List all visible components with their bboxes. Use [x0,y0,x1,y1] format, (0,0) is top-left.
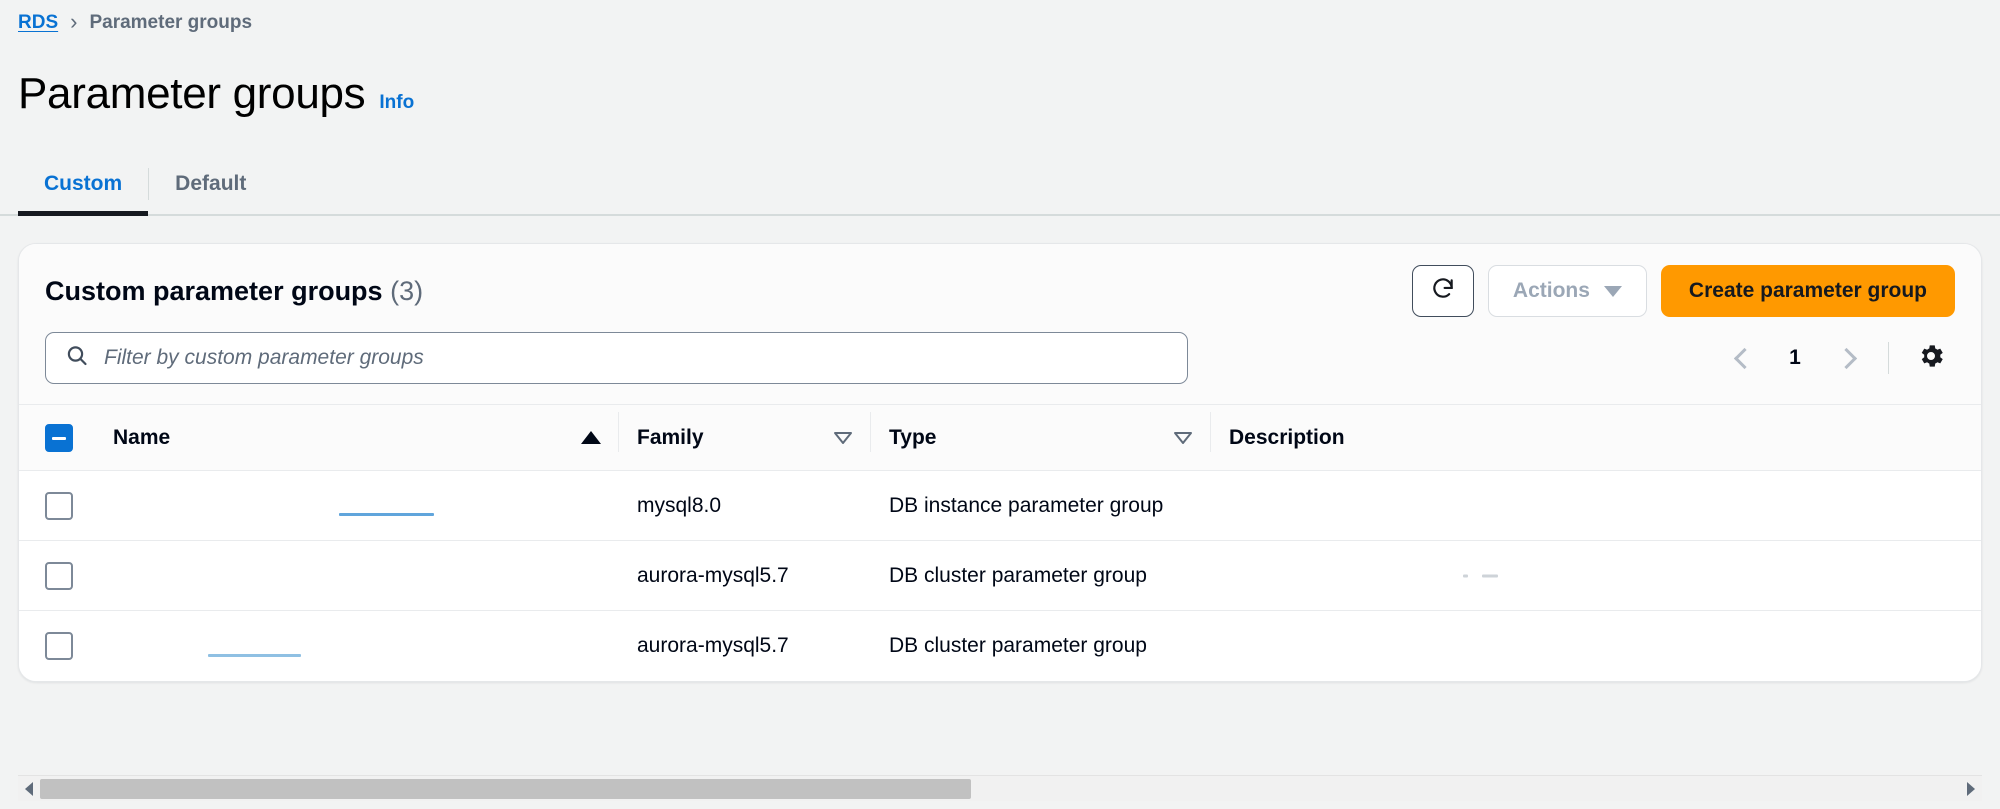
breadcrumb-current-parameter-groups: Parameter groups [89,12,253,33]
parameter-groups-table: Name Family Type Description mysql8.0 DB… [19,404,1981,681]
row-family-cell: mysql8.0 [619,470,871,541]
pagination-divider [1888,342,1889,374]
refresh-button[interactable] [1411,265,1474,317]
card-header: Custom parameter groups (3) Actions Crea… [19,244,1981,318]
table-header-type[interactable]: Type [871,404,1211,471]
row-name-cell [95,610,619,681]
sort-none-icon[interactable] [1173,431,1193,444]
table-row[interactable]: mysql8.0 DB instance parameter group [19,470,1981,541]
column-divider [870,411,871,452]
column-divider [618,411,619,452]
actions-label: Actions [1512,279,1590,302]
parameter-group-name-link[interactable] [208,653,301,657]
table-header-description-label: Description [1229,425,1345,449]
horizontal-scrollbar[interactable] [18,775,1982,801]
sort-ascending-icon[interactable] [581,431,601,444]
row-checkbox[interactable] [45,631,73,660]
page-title-row: Parameter groups Info [18,72,2000,116]
select-all-checkbox[interactable] [45,423,73,452]
scrollbar-thumb[interactable] [40,778,972,799]
pagination-next-button[interactable] [1822,334,1870,382]
column-divider [1210,411,1211,452]
card-header-actions: Actions Create parameter group [1411,265,1955,317]
table-header-name[interactable]: Name [95,404,619,471]
row-checkbox[interactable] [45,491,73,520]
breadcrumb: RDS › Parameter groups [18,0,2000,34]
table-row[interactable]: aurora-mysql5.7 DB cluster parameter gro… [19,610,1981,681]
tab-custom[interactable]: Custom [18,154,149,216]
scroll-left-button[interactable] [18,776,40,802]
arrow-right-icon [1967,781,1975,796]
row-type-cell: DB instance parameter group [871,470,1211,541]
row-select-cell [19,610,95,681]
create-parameter-group-button[interactable]: Create parameter group [1660,265,1955,317]
gear-icon [1916,341,1946,376]
row-name-cell [95,470,619,541]
parameter-groups-page: RDS › Parameter groups Parameter groups … [0,0,2000,809]
parameter-group-name-link[interactable] [339,513,434,517]
row-description-cell [1211,540,1981,611]
row-description-cell [1211,610,1981,681]
sort-none-icon[interactable] [833,431,853,444]
page-title: Parameter groups [18,69,366,118]
search-input[interactable] [45,332,1188,384]
table-header-select-all [19,404,95,471]
info-link[interactable]: Info [379,92,414,114]
arrow-left-icon [25,781,33,796]
chevron-left-icon [1733,347,1755,369]
scroll-right-button[interactable] [1960,776,1982,802]
row-family-cell: aurora-mysql5.7 [619,610,871,681]
pagination: 1 [1720,334,1955,382]
custom-parameter-groups-card: Custom parameter groups (3) Actions Crea… [18,243,1982,682]
pagination-previous-button[interactable] [1720,334,1768,382]
table-row[interactable]: aurora-mysql5.7 DB cluster parameter gro… [19,540,1981,611]
tab-list: Custom Default [0,154,2000,216]
scrollbar-track[interactable] [40,778,1960,800]
row-description-cell [1211,470,1981,541]
table-body: mysql8.0 DB instance parameter group aur… [19,470,1981,681]
row-select-cell [19,470,95,541]
row-type-cell: DB cluster parameter group [871,610,1211,681]
card-title-text: Custom parameter groups [45,275,383,306]
table-header-type-label: Type [889,425,937,449]
tab-default[interactable]: Default [149,154,272,214]
table-header-family-label: Family [637,425,704,449]
search-box [45,332,1188,384]
tab-custom-label: Custom [44,172,123,195]
card-title: Custom parameter groups (3) [45,276,423,307]
table-header-row: Name Family Type Description [19,404,1981,471]
actions-dropdown-button[interactable]: Actions [1487,265,1647,317]
row-checkbox[interactable] [45,561,73,590]
tab-default-label: Default [175,172,247,195]
breadcrumb-separator-icon: › [70,9,78,34]
row-type-cell: DB cluster parameter group [871,540,1211,611]
table-header-family[interactable]: Family [619,404,871,471]
row-family-cell: aurora-mysql5.7 [619,540,871,611]
breadcrumb-link-rds[interactable]: RDS [18,12,58,34]
row-name-cell [95,540,619,611]
card-item-count: (3) [390,275,424,306]
table-head: Name Family Type Description [19,404,1981,471]
pagination-page-1[interactable]: 1 [1774,346,1816,370]
table-header-description: Description [1211,404,1981,471]
filter-row: 1 [19,318,1981,404]
table-header-name-label: Name [113,425,171,449]
row-select-cell [19,540,95,611]
table-preferences-button[interactable] [1907,334,1955,382]
chevron-right-icon [1835,347,1857,369]
refresh-icon [1430,276,1456,307]
chevron-down-icon [1603,285,1622,297]
